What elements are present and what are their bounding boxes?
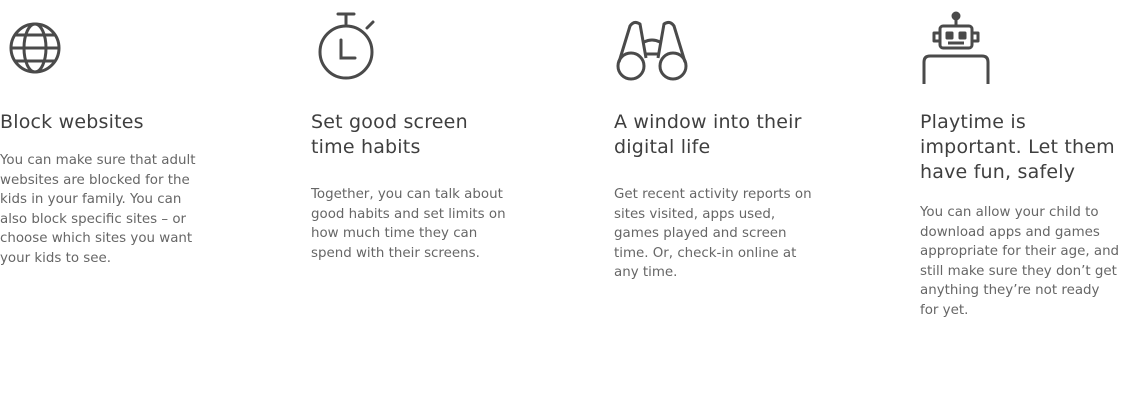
- robot-icon: [920, 0, 1120, 96]
- feature-playtime: Playtime is important. Let them have fun…: [920, 0, 1120, 320]
- feature-title: Playtime is important. Let them have fun…: [920, 111, 1115, 183]
- feature-description: Get recent activity reports on sites vis…: [614, 187, 812, 280]
- feature-title: A window into their digital life: [614, 111, 802, 158]
- globe-icon: [0, 0, 200, 96]
- feature-activity-reports: A window into their digital life Get rec…: [614, 0, 814, 283]
- feature-description: Together, you can talk about good habits…: [311, 187, 506, 261]
- feature-title: Set good screen time habits: [311, 111, 468, 158]
- feature-description: You can make sure that adult websites ar…: [0, 153, 196, 266]
- binoculars-icon: [614, 0, 814, 96]
- feature-block-websites: Block websites You can make sure that ad…: [0, 0, 200, 268]
- stopwatch-icon: [311, 0, 511, 96]
- feature-title: Block websites: [0, 111, 144, 133]
- feature-description: You can allow your child to download app…: [920, 205, 1120, 318]
- feature-screen-time: Set good screen time habits Together, yo…: [311, 0, 511, 263]
